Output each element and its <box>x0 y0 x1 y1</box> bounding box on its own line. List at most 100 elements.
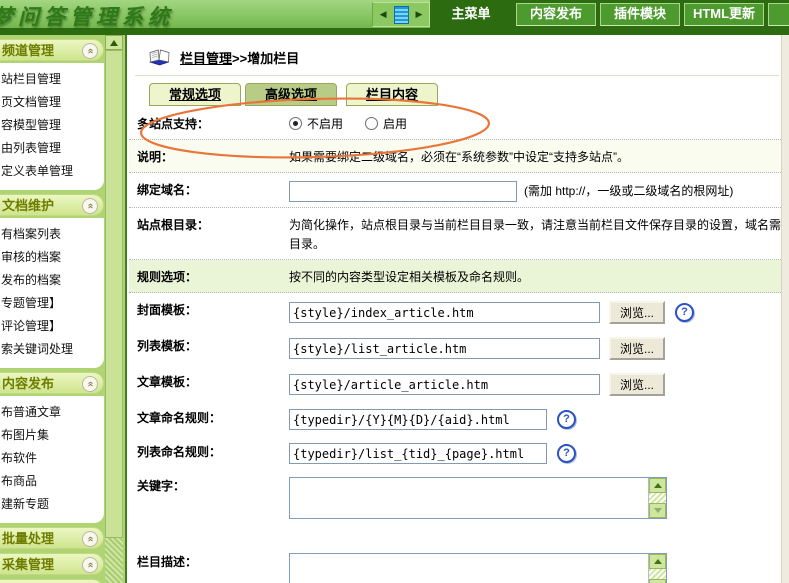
description-textarea[interactable] <box>290 554 648 583</box>
sidebar-item-专题管理】[interactable]: 专题管理】 <box>0 292 104 315</box>
sidebar-section-title: 内容发布 <box>2 376 54 391</box>
radio-启用[interactable] <box>365 117 378 130</box>
field-value-shuoming: 如果需要绑定二级域名，必须在“系统参数”中设定“支持多站点”。 <box>289 146 781 167</box>
menu-tab-HTML更新[interactable]: HTML更新 <box>684 3 764 26</box>
list-template-input[interactable] <box>289 338 600 359</box>
radio-不启用[interactable] <box>289 117 302 130</box>
sidebar-section-模块管理[interactable]: 模块管理« <box>0 579 104 583</box>
collapse-icon[interactable]: « <box>82 376 98 392</box>
sidebar-item-容模型管理[interactable]: 容模型管理 <box>0 114 104 137</box>
sidebar-item-页文档管理[interactable]: 页文档管理 <box>0 91 104 114</box>
field-label-cover-template: 封面模板： <box>129 299 289 318</box>
form-row-cover-template: 封面模板： 浏览...? <box>129 293 781 329</box>
collapse-icon[interactable]: « <box>82 43 98 59</box>
scroll-up-icon[interactable] <box>649 554 666 569</box>
scroll-up-icon[interactable] <box>649 478 666 493</box>
radio-label-不启用[interactable]: 不启用 <box>307 117 343 131</box>
sidebar-item-布普通文章[interactable]: 布普通文章 <box>0 401 104 424</box>
sidebar-section-批量处理[interactable]: 批量处理 « <box>0 527 104 549</box>
field-label-keywords: 关键字： <box>129 475 289 494</box>
description-scrollbar[interactable] <box>648 554 666 583</box>
tab-常规选项[interactable]: 常规选项 <box>149 83 241 106</box>
sidebar-item-评论管理】[interactable]: 评论管理】 <box>0 315 104 338</box>
pages-icon <box>394 6 409 24</box>
collapse-icon[interactable]: « <box>82 198 98 214</box>
cover-template-browse-button[interactable]: 浏览... <box>609 301 665 324</box>
sidebar-section-title: 批量处理 <box>2 531 54 546</box>
description-textarea-wrap <box>289 553 667 583</box>
sidebar-item-索关键词处理[interactable]: 索关键词处理 <box>0 338 104 361</box>
cover-template-input[interactable] <box>289 302 600 323</box>
scroll-track[interactable] <box>649 569 666 579</box>
radio-label-启用[interactable]: 启用 <box>383 117 407 131</box>
bind-domain-input[interactable] <box>289 181 517 202</box>
list-template-browse-button[interactable]: 浏览... <box>609 337 665 360</box>
scroll-track[interactable] <box>649 493 666 503</box>
sidebar-item-有档案列表[interactable]: 有档案列表 <box>0 223 104 246</box>
tab-栏目内容[interactable]: 栏目内容 <box>346 83 438 106</box>
scroll-down-icon[interactable] <box>649 579 666 583</box>
list-naming-rule-input[interactable] <box>289 443 547 464</box>
field-value-article-naming-rule: ? <box>289 407 781 430</box>
sidebar-item-建新专题[interactable]: 建新专题 <box>0 493 104 516</box>
sidebar-item-审核的档案[interactable]: 审核的档案 <box>0 246 104 269</box>
menu-tab-插件模块[interactable]: 插件模块 <box>600 3 680 26</box>
scroll-down-icon[interactable] <box>649 503 666 518</box>
article-template-input[interactable] <box>289 374 600 395</box>
breadcrumb-link[interactable]: 栏目管理 <box>180 51 232 66</box>
breadcrumb-rest: >>增加栏目 <box>232 51 299 66</box>
article-naming-rule-help-icon[interactable]: ? <box>557 410 576 429</box>
field-value-site-root: 为简化操作，站点根目录与当前栏目目录一致，请注意当前栏目文件保存目录的设置，域名… <box>289 214 781 254</box>
collapse-icon[interactable]: « <box>82 531 98 547</box>
sidebar-section-title: 文档维护 <box>2 198 54 213</box>
static-text-rule-options: 按不同的内容类型设定相关模板及命名规则。 <box>289 270 529 284</box>
field-value-keywords <box>289 475 781 519</box>
scroll-left-icon[interactable]: ◀ <box>380 10 387 19</box>
keywords-textarea[interactable] <box>290 478 648 518</box>
sidebar-item-布软件[interactable]: 布软件 <box>0 447 104 470</box>
tab-高级选项[interactable]: 高级选项 <box>245 83 337 106</box>
form-row-multisite: 多站点支持： 不启用 启用 <box>129 107 781 140</box>
field-label-multisite: 多站点支持： <box>129 113 289 132</box>
form-row-description: 栏目描述： <box>129 545 781 583</box>
menu-tab-主菜单[interactable]: 主菜单 <box>430 0 512 28</box>
sidebar-scrollbar[interactable] <box>105 35 125 583</box>
sidebar-section-内容发布[interactable]: 内容发布 « <box>0 372 104 394</box>
cover-template-help-icon[interactable]: ? <box>675 303 694 322</box>
keywords-scrollbar[interactable] <box>648 478 666 518</box>
sidebar-section-title: 频道管理 <box>2 43 54 58</box>
static-text-site-root: 为简化操作，站点根目录与当前栏目目录一致，请注意当前栏目文件保存目录的设置，域名… <box>289 218 781 251</box>
collapse-icon[interactable]: « <box>82 557 98 573</box>
sidebar-scroll-track[interactable] <box>105 538 123 583</box>
sidebar-item-站栏目管理[interactable]: 站栏目管理 <box>0 68 104 91</box>
field-label-bind-domain: 绑定域名： <box>129 179 289 198</box>
sidebar-item-由列表管理[interactable]: 由列表管理 <box>0 137 104 160</box>
content-tabs: 常规选项高级选项栏目内容 <box>127 83 789 106</box>
sidebar-item-发布的档案[interactable]: 发布的档案 <box>0 269 104 292</box>
sidebar-item-布商品[interactable]: 布商品 <box>0 470 104 493</box>
sidebar-scroll-thumb[interactable] <box>105 50 123 538</box>
sidebar-item-布图片集[interactable]: 布图片集 <box>0 424 104 447</box>
menu-tab-内容发布[interactable]: 内容发布 <box>516 3 596 26</box>
form-row-article-template: 文章模板： 浏览... <box>129 365 781 401</box>
sidebar-section-频道管理[interactable]: 频道管理 « <box>0 39 104 61</box>
sidebar-section-文档维护[interactable]: 文档维护 « <box>0 194 104 216</box>
form-row-bind-domain: 绑定域名：(需加 http://，一级或二级域名的根网址) <box>129 173 781 208</box>
article-template-browse-button[interactable]: 浏览... <box>609 373 665 396</box>
sidebar-item-定义表单管理[interactable]: 定义表单管理 <box>0 160 104 183</box>
list-naming-rule-help-icon[interactable]: ? <box>557 444 576 463</box>
menu-scroll-widget[interactable]: ◀ ▶ <box>372 2 430 27</box>
article-naming-rule-input[interactable] <box>289 409 547 430</box>
field-value-rule-options: 按不同的内容类型设定相关模板及命名规则。 <box>289 266 781 287</box>
field-label-rule-options: 规则选项： <box>129 266 289 285</box>
field-label-article-naming-rule: 文章命名规则： <box>129 407 289 426</box>
field-label-shuoming: 说明： <box>129 146 289 165</box>
form-rows: 多站点支持： 不启用 启用说明：如果需要绑定二级域名，必须在“系统参数”中设定“支持… <box>129 107 781 583</box>
form-row-keywords: 关键字： <box>129 469 781 524</box>
form-row-shuoming: 说明：如果需要绑定二级域名，必须在“系统参数”中设定“支持多站点”。 <box>129 140 781 173</box>
menu-tab-系统[interactable]: 系统 <box>768 3 789 26</box>
sidebar-scroll-up-button[interactable] <box>105 35 123 50</box>
field-label-article-template: 文章模板： <box>129 371 289 390</box>
scroll-right-icon[interactable]: ▶ <box>416 10 423 19</box>
sidebar-section-采集管理[interactable]: 采集管理« <box>0 553 104 575</box>
